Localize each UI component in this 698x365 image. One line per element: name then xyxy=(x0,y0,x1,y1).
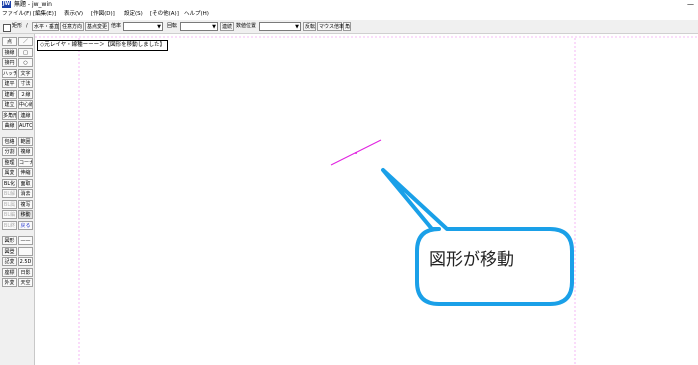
chevron-down-icon: ▼ xyxy=(157,24,161,30)
palette-button[interactable]: ／ xyxy=(18,37,33,46)
palette-button[interactable]: 図形 xyxy=(2,236,17,245)
rotate-label: 回転 xyxy=(167,23,178,29)
angle-button[interactable]: 角 xyxy=(343,22,351,31)
palette-button[interactable]: 接円 xyxy=(2,58,17,67)
any-direction-button[interactable]: 任意方向 xyxy=(60,22,84,31)
continuous-button[interactable]: 連続 xyxy=(220,22,234,31)
palette-button[interactable]: AUTO xyxy=(18,121,33,130)
palette-button[interactable]: 属変 xyxy=(2,168,17,177)
callout-text: 図形が移動 xyxy=(429,250,514,270)
callout-bubble xyxy=(381,168,574,306)
palette-button[interactable]: 寸法 xyxy=(18,79,33,88)
chevron-down-icon: ▼ xyxy=(295,24,299,30)
palette-button[interactable]: 伸縮 xyxy=(18,168,33,177)
toolbar: 矩形 / 水平・垂直 任意方向 基点変更 倍率 ▼ 回転 ▼ 連続 数値位置 ▼… xyxy=(0,20,698,34)
palette-button[interactable]: BL編 xyxy=(2,210,17,219)
base-point-change-button[interactable]: 基点変更 xyxy=(85,22,109,31)
numeric-position-label: 数値位置 xyxy=(236,23,257,29)
app-icon: JW xyxy=(2,1,11,8)
palette-button[interactable]: 包絡 xyxy=(2,136,17,146)
menu-view[interactable]: 表示(V) xyxy=(64,9,83,19)
palette-button[interactable]: 日影 xyxy=(18,267,33,277)
palette-button[interactable]: 移動 xyxy=(18,210,33,219)
palette-button[interactable]: 外変 xyxy=(2,278,17,287)
minimize-button[interactable]: — xyxy=(687,0,694,9)
window-title: 無題 - jw_win xyxy=(14,1,52,8)
palette-button[interactable]: —— xyxy=(18,236,33,245)
palette-button[interactable]: 建断 xyxy=(2,89,17,99)
palette-button[interactable]: BL化 xyxy=(2,178,17,188)
palette-button[interactable]: 曲線 xyxy=(2,121,17,130)
palette-button[interactable]: 分割 xyxy=(2,147,17,156)
menu-edit[interactable]: [編集(E)] xyxy=(33,9,56,19)
palette-button[interactable]: ハッチ xyxy=(2,68,17,78)
chevron-down-icon: ▼ xyxy=(212,24,216,30)
palette-button[interactable]: 多角形 xyxy=(2,110,17,120)
palette-button[interactable]: 範囲 xyxy=(18,136,33,146)
palette-button[interactable]: 複線 xyxy=(18,147,33,156)
palette-button[interactable]: 中心線 xyxy=(18,100,33,109)
palette-button[interactable]: 点 xyxy=(2,37,17,46)
menu-draw[interactable]: [作図(D)] xyxy=(91,9,115,19)
rect-checkbox[interactable] xyxy=(3,24,11,32)
rotate-combo[interactable]: ▼ xyxy=(180,22,218,31)
title-bar: JW 無題 - jw_win — xyxy=(0,0,698,9)
palette-button[interactable]: □ xyxy=(18,47,33,57)
scale-label: 倍率 xyxy=(111,23,122,29)
drawing-canvas[interactable]: ◇元レイヤ・線種ーーー＞【図形を移動しました】 図形が移動 xyxy=(35,34,698,365)
palette-button[interactable]: 消去 xyxy=(18,189,33,198)
palette-button[interactable]: BL終 xyxy=(2,220,17,230)
palette-button[interactable]: ○ xyxy=(18,58,33,67)
rect-label: 矩形 xyxy=(12,23,23,29)
status-message: ◇元レイヤ・線種ーーー＞【図形を移動しました】 xyxy=(37,40,169,51)
tool-palette: 点／接線 □ 接円 ○ ハッチ 文字 建平 寸法 建断 ２線 建立 中心線 多角形 連線 曲線 AUTO 包絡範… xyxy=(0,34,35,365)
reverse-button[interactable]: 反転 xyxy=(303,22,316,31)
palette-button[interactable]: 連線 xyxy=(18,110,33,120)
palette-button[interactable]: BL解 xyxy=(2,189,17,198)
horiz-vert-button[interactable]: 水平・垂直 xyxy=(32,22,59,31)
mouse-scale-button[interactable]: マウス倍率 xyxy=(317,22,344,31)
numeric-position-combo[interactable]: ▼ xyxy=(259,22,301,31)
menu-help[interactable]: ヘルプ(H) xyxy=(184,9,209,19)
menu-file[interactable]: ファイル(F) xyxy=(2,9,31,19)
palette-button[interactable]: コーナー xyxy=(18,157,33,167)
palette-button[interactable]: 戻る xyxy=(18,220,33,230)
palette-button[interactable]: ２線 xyxy=(18,89,33,99)
palette-button[interactable]: 複写 xyxy=(18,199,33,209)
palette-button[interactable]: 建立 xyxy=(2,100,17,109)
menu-bar: ファイル(F) [編集(E)] 表示(V) [作図(D)] 設定(S) [その他… xyxy=(0,9,698,19)
palette-button[interactable]: BL属 xyxy=(2,199,17,209)
palette-button[interactable]: 文字 xyxy=(18,68,33,78)
canvas-graphics xyxy=(35,36,698,365)
menu-other[interactable]: [その他(A)] xyxy=(150,9,179,19)
slash-label: / xyxy=(26,23,28,29)
palette-button[interactable]: 接線 xyxy=(2,47,17,57)
palette-button[interactable]: 2.5D xyxy=(18,257,33,266)
palette-button[interactable]: 整理 xyxy=(2,157,17,167)
palette-button[interactable] xyxy=(18,246,33,256)
palette-button[interactable]: 記変 xyxy=(2,257,17,266)
menu-settings[interactable]: 設定(S) xyxy=(124,9,143,19)
palette-button[interactable]: 天空 xyxy=(18,278,33,287)
palette-button[interactable]: 図登 xyxy=(2,246,17,256)
palette-button[interactable]: 面取 xyxy=(18,178,33,188)
moved-line-midpoint xyxy=(355,152,357,154)
palette-button[interactable]: 座標 xyxy=(2,267,17,277)
scale-combo[interactable]: ▼ xyxy=(123,22,163,31)
palette-button[interactable]: 建平 xyxy=(2,79,17,88)
